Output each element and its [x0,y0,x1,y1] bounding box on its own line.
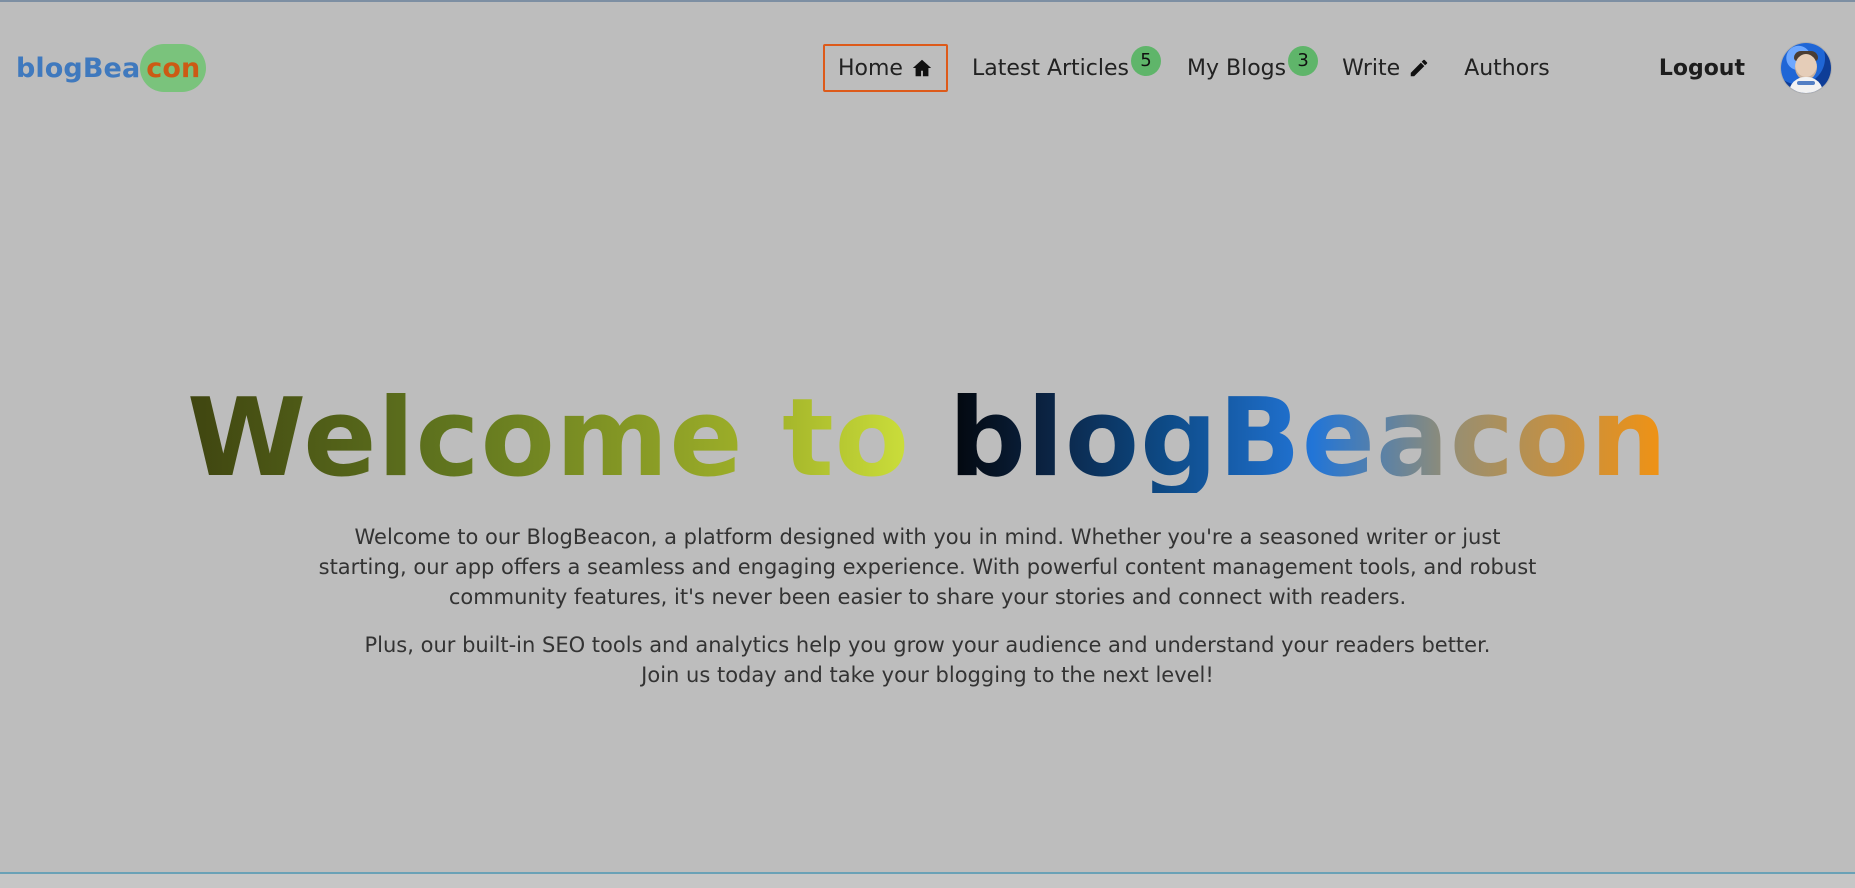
hero-paragraph-1: Welcome to our BlogBeacon, a platform de… [318,525,1537,609]
hero-text: Welcome to our BlogBeacon, a platform de… [0,522,1855,690]
hero: Welcome to blogBeacon Welcome to our Blo… [0,0,1855,888]
bottom-strip [0,874,1855,888]
hero-title: Welcome to blogBeacon [0,385,1855,493]
hero-paragraph-2: Plus, our built-in SEO tools and analyti… [364,633,1491,687]
hero-title-text: Welcome to blogBeacon [187,376,1668,501]
